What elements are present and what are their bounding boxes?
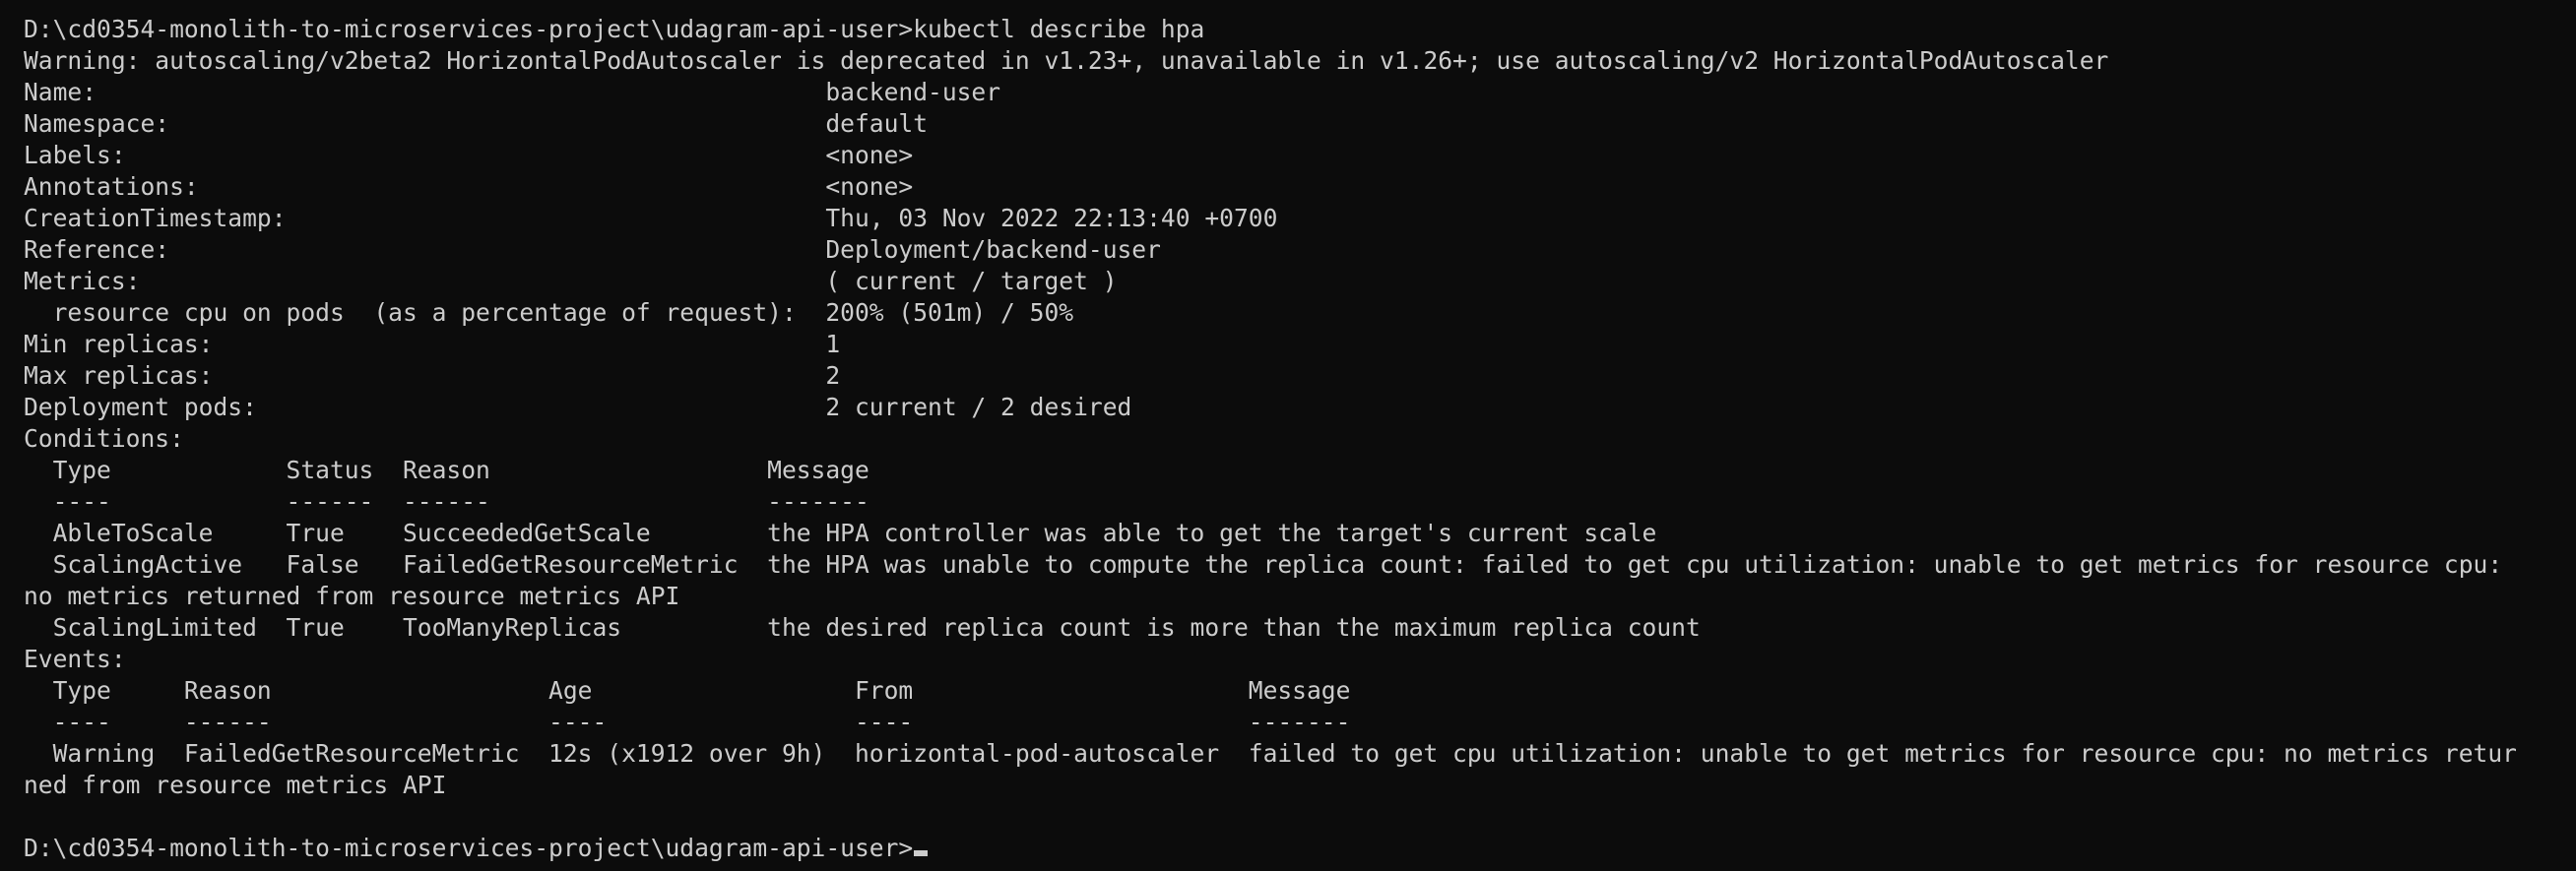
- conditions-table-header: Type Status Reason Message: [24, 456, 869, 484]
- hpa-annotations-row: Annotations: <none>: [24, 172, 914, 201]
- hpa-max-replicas-row: Max replicas: 2: [24, 361, 841, 390]
- event-row-warning-wrap: ned from resource metrics API: [24, 771, 447, 799]
- condition-row-scaling-limited: ScalingLimited True TooManyReplicas the …: [24, 613, 1701, 642]
- cursor: [914, 850, 929, 856]
- condition-row-able-to-scale: AbleToScale True SucceededGetScale the H…: [24, 519, 1657, 547]
- conditions-heading: Conditions:: [24, 424, 184, 453]
- hpa-min-replicas-row: Min replicas: 1: [24, 330, 841, 358]
- condition-row-scaling-active: ScalingActive False FailedGetResourceMet…: [24, 550, 2503, 579]
- hpa-labels-row: Labels: <none>: [24, 141, 914, 169]
- deprecation-warning: Warning: autoscaling/v2beta2 HorizontalP…: [24, 46, 2109, 75]
- hpa-reference-row: Reference: Deployment/backend-user: [24, 235, 1161, 264]
- condition-row-scaling-active-wrap: no metrics returned from resource metric…: [24, 582, 680, 610]
- hpa-cpu-metric-row: resource cpu on pods (as a percentage of…: [24, 298, 1074, 327]
- hpa-metrics-header-row: Metrics: ( current / target ): [24, 267, 1118, 295]
- events-table-divider: ---- ------ ---- ---- -------: [24, 708, 1351, 736]
- events-heading: Events:: [24, 645, 126, 673]
- terminal-window[interactable]: D:\cd0354-monolith-to-microservices-proj…: [0, 0, 2576, 871]
- hpa-deployment-pods-row: Deployment pods: 2 current / 2 desired: [24, 393, 1132, 421]
- conditions-table-divider: ---- ------ ------ -------: [24, 487, 869, 516]
- command-line: D:\cd0354-monolith-to-microservices-proj…: [24, 15, 1205, 43]
- hpa-creation-timestamp-row: CreationTimestamp: Thu, 03 Nov 2022 22:1…: [24, 204, 1278, 232]
- hpa-name-row: Name: backend-user: [24, 78, 1001, 106]
- prompt-line[interactable]: D:\cd0354-monolith-to-microservices-proj…: [24, 833, 2576, 864]
- events-table-header: Type Reason Age From Message: [24, 676, 1351, 705]
- event-row-warning: Warning FailedGetResourceMetric 12s (x19…: [24, 739, 2517, 768]
- prompt-text: D:\cd0354-monolith-to-microservices-proj…: [24, 834, 914, 862]
- hpa-namespace-row: Namespace: default: [24, 109, 929, 138]
